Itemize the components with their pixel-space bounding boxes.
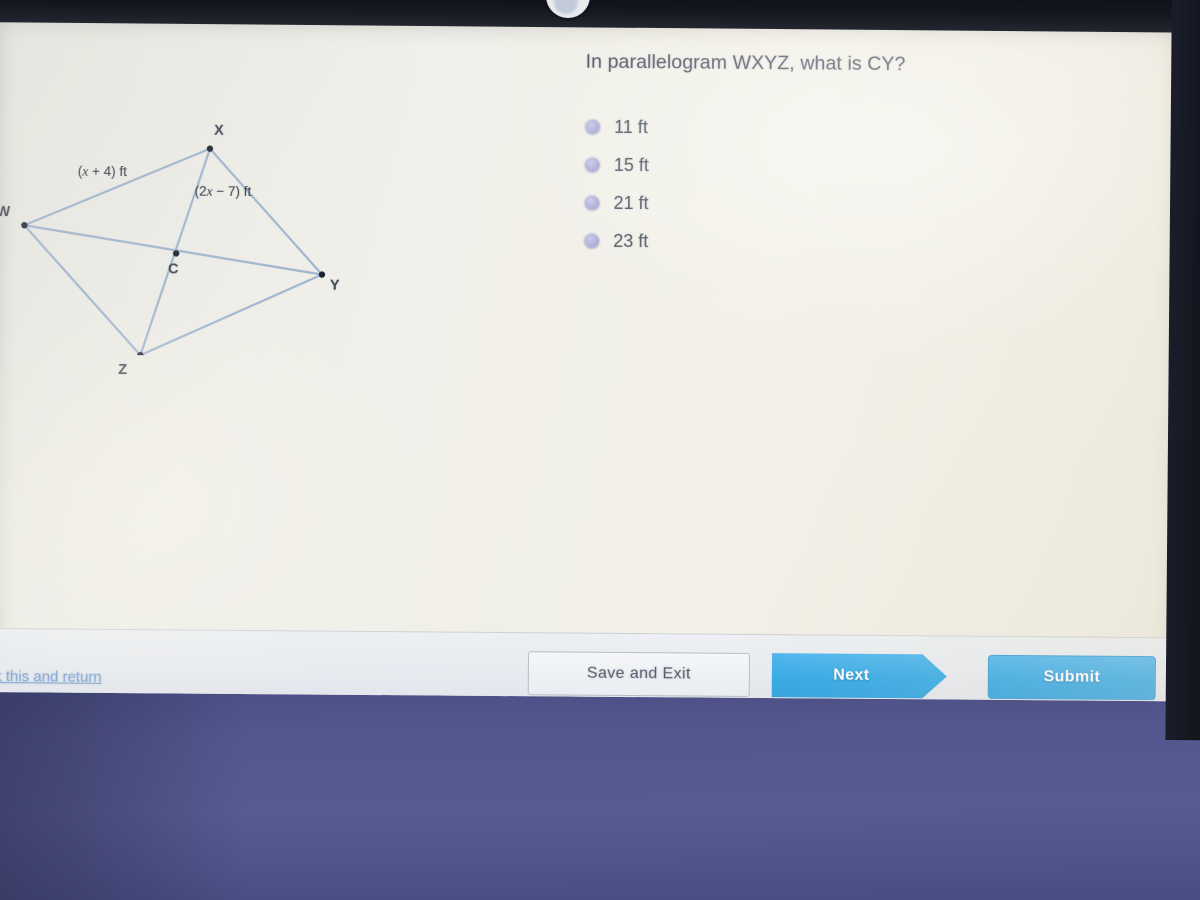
screen-bezel-right <box>1165 0 1200 741</box>
radio-button-icon[interactable] <box>584 195 600 211</box>
option-label: 23 ft <box>613 230 649 251</box>
radio-button-icon[interactable] <box>584 233 600 249</box>
laptop-screen-photo: In parallelogram WXYZ, what is CY? 11 ft… <box>0 0 1200 900</box>
vertex-label-w: W <box>0 204 11 221</box>
question-text: In parallelogram WXYZ, what is CY? <box>585 50 906 76</box>
option-row-1[interactable]: 11 ft <box>585 108 649 147</box>
option-label: 21 ft <box>613 192 649 213</box>
segment-length-cy: (2x − 7) ft <box>194 183 252 200</box>
quiz-page: In parallelogram WXYZ, what is CY? 11 ft… <box>0 16 1184 702</box>
vertex-label-y: Y <box>329 277 340 294</box>
option-label: 11 ft <box>614 116 648 137</box>
option-row-3[interactable]: 21 ft <box>584 184 649 223</box>
parallelogram-figure: W X Y Z C (x + 4) ft (2x − 7) ft <box>0 64 394 378</box>
save-and-exit-button[interactable]: Save and Exit <box>527 651 751 697</box>
option-row-2[interactable]: 15 ft <box>584 146 649 185</box>
radio-button-icon[interactable] <box>584 157 600 173</box>
parallelogram-svg <box>21 145 326 359</box>
screen-surface: In parallelogram WXYZ, what is CY? 11 ft… <box>0 16 1184 702</box>
option-row-4[interactable]: 23 ft <box>584 222 648 261</box>
segment-length-wc: (x + 4) ft <box>77 163 127 180</box>
answer-options-group[interactable]: 11 ft 15 ft 21 ft 23 ft <box>584 108 649 260</box>
laptop-base-shadow <box>0 686 343 900</box>
vertex-label-c: C <box>167 261 179 278</box>
next-button[interactable]: Next <box>772 653 947 698</box>
radio-button-icon[interactable] <box>585 119 601 135</box>
option-label: 15 ft <box>613 154 649 175</box>
mark-this-and-return-link[interactable]: ark this and return <box>0 668 102 686</box>
submit-button[interactable]: Submit <box>987 654 1157 701</box>
vertex-label-z: Z <box>118 361 128 379</box>
vertex-label-x: X <box>214 122 224 139</box>
